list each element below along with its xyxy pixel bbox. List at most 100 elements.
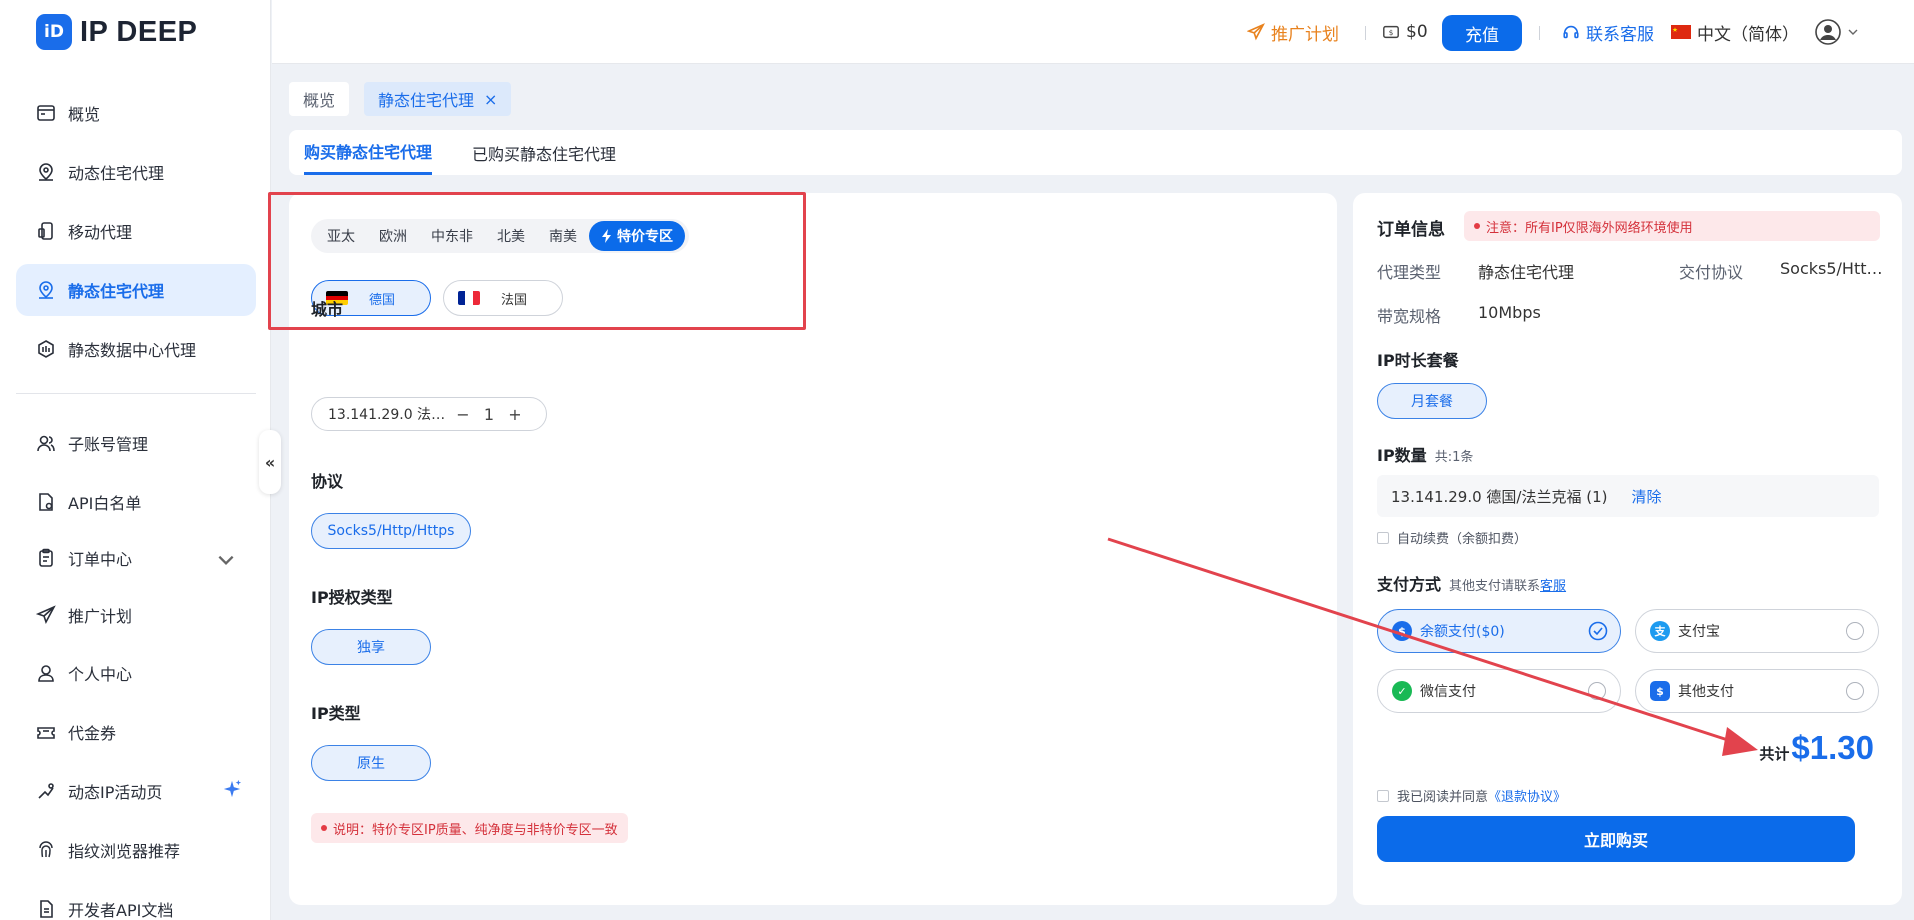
support-label: 联系客服 (1586, 24, 1654, 45)
ip-count-label: IP数量 (1377, 446, 1427, 465)
protocol-option[interactable]: Socks5/Http/Https (311, 513, 471, 549)
promo-label: 推广计划 (1271, 24, 1339, 45)
sidebar-collapse-button[interactable]: « (259, 430, 281, 494)
purchase-form-panel: 亚太 欧洲 中东非 北美 南美 特价专区 德国 法国 城市 13.141.29.… (289, 193, 1337, 905)
region-option-europe[interactable]: 欧洲 (367, 221, 419, 251)
topbar-divider (1539, 26, 1540, 40)
language-label: 中文（简体） (1697, 24, 1799, 45)
sidebar-item-profile[interactable]: 个人中心 (16, 647, 256, 699)
clear-link[interactable]: 清除 (1632, 486, 1662, 507)
pay-option-balance[interactable]: $ 余额支付($0) (1377, 609, 1621, 653)
pay-option-other[interactable]: $ 其他支付 (1635, 669, 1879, 713)
agree-terms-checkbox[interactable]: 我已阅读并同意《退款协议》 (1377, 786, 1566, 805)
sidebar-item-orders[interactable]: 订单中心 (16, 532, 256, 584)
radio-icon (1846, 682, 1864, 700)
sidebar-item-static-residential[interactable]: 静态住宅代理 (16, 264, 256, 316)
wechat-icon: ✓ (1392, 681, 1412, 701)
warning-text: 注意：所有IP仅限海外网络环境使用 (1486, 220, 1693, 236)
sidebar-item-mobile[interactable]: 移动代理 (16, 205, 256, 257)
sidebar-item-label: 子账号管理 (68, 435, 149, 454)
sidebar-item-label: 静态住宅代理 (68, 282, 165, 301)
headset-icon (1563, 25, 1579, 39)
package-option-monthly[interactable]: 月套餐 (1377, 383, 1487, 419)
chevron-down-icon (218, 555, 234, 565)
delivery-protocol-value: Socks5/Htt… (1780, 259, 1883, 278)
payment-note-text: 其他支付请联系 (1449, 579, 1541, 594)
order-warning: 注意：所有IP仅限海外网络环境使用 (1464, 211, 1880, 241)
region-option-special-offer[interactable]: 特价专区 (589, 221, 685, 251)
recharge-button[interactable]: 充值 (1442, 15, 1522, 51)
promo-link[interactable]: 推广计划 (1247, 0, 1339, 64)
agree-prefix: 我已阅读并同意 (1397, 790, 1489, 805)
check-circle-icon (1588, 621, 1608, 641)
quantity-value[interactable]: 1 (476, 405, 502, 424)
support-link[interactable]: 联系客服 (1562, 0, 1654, 64)
balance-icon: $ (1392, 621, 1412, 641)
total-value: $1.30 (1791, 729, 1874, 766)
payment-label: 支付方式 (1377, 575, 1442, 594)
sidebar-item-promotion[interactable]: 推广计划 (16, 589, 256, 641)
payment-note: 其他支付请联系客服 (1449, 575, 1566, 594)
account-menu[interactable] (1815, 0, 1859, 64)
customer-service-link[interactable]: 客服 (1540, 579, 1566, 594)
france-flag-icon (458, 291, 480, 305)
tab-overview[interactable]: 概览 (289, 82, 350, 116)
brand-logo[interactable]: iD IP DEEP (36, 14, 197, 50)
order-title: 订单信息 (1377, 220, 1445, 240)
region-option-mea[interactable]: 中东非 (419, 221, 485, 251)
sidebar-item-coupons[interactable]: 代金券 (16, 706, 256, 758)
sidebar-divider (16, 393, 256, 394)
order-icon (39, 548, 53, 567)
ip-type-option[interactable]: 原生 (311, 745, 431, 781)
close-icon[interactable]: × (484, 90, 497, 109)
refund-policy-link[interactable]: 《退款协议》 (1488, 790, 1566, 805)
pay-option-wechat[interactable]: ✓ 微信支付 (1377, 669, 1621, 713)
sidebar-item-label: 动态住宅代理 (68, 164, 165, 183)
country-label: 法国 (500, 292, 527, 308)
pay-option-label: 余额支付($0) (1420, 624, 1505, 640)
alipay-icon: 支 (1650, 621, 1670, 641)
language-selector[interactable]: 中文（简体） (1671, 0, 1799, 64)
sidebar-item-subaccounts[interactable]: 子账号管理 (16, 417, 256, 469)
sidebar-item-api-whitelist[interactable]: API白名单 (16, 476, 256, 528)
auth-type-option[interactable]: 独享 (311, 629, 431, 665)
region-option-apac[interactable]: 亚太 (315, 221, 367, 251)
pay-option-alipay[interactable]: 支 支付宝 (1635, 609, 1879, 653)
decrement-button[interactable]: − (450, 405, 476, 424)
svg-text:$: $ (1389, 28, 1394, 37)
tab-buy-static-residential[interactable]: 购买静态住宅代理 (304, 130, 433, 175)
tab-purchased-static-residential[interactable]: 已购买静态住宅代理 (472, 130, 616, 175)
increment-button[interactable]: + (502, 405, 528, 424)
sidebar-item-dynamic-residential[interactable]: 动态住宅代理 (16, 146, 256, 198)
balance-value: $0 (1406, 22, 1428, 42)
warning-dot-icon (1474, 223, 1480, 229)
sidebar-item-api-docs[interactable]: 开发者API文档 (16, 883, 256, 920)
tab-static-residential[interactable]: 静态住宅代理 × (364, 82, 512, 116)
total-price: 共计 $1.30 (1759, 729, 1874, 767)
sidebar: iD IP DEEP 概览 动态住宅代理 移动代理 静态住宅代理 静态数据中心代… (0, 0, 271, 920)
sidebar-item-static-datacenter[interactable]: 静态数据中心代理 (16, 323, 256, 375)
lightning-icon (602, 229, 611, 243)
pay-option-label: 其他支付 (1678, 684, 1734, 700)
users-icon (37, 435, 55, 452)
sidebar-item-dynamic-ip-activity[interactable]: 动态IP活动页 (16, 765, 256, 817)
sidebar-item-label: 开发者API文档 (68, 901, 174, 920)
payment-header: 支付方式 其他支付请联系客服 (1377, 571, 1566, 595)
country-france[interactable]: 法国 (443, 280, 563, 316)
top-bar: 推广计划 $ $0 充值 联系客服 中文（简体） (272, 0, 1914, 64)
city-value[interactable]: 13.141.29.0 法兰克福 (328, 404, 450, 424)
region-option-south-america[interactable]: 南美 (537, 221, 589, 251)
sidebar-item-fingerprint-browser[interactable]: 指纹浏览器推荐 (16, 824, 256, 876)
user-icon (38, 665, 54, 682)
send-icon (1247, 23, 1265, 41)
auto-renew-checkbox[interactable]: 自动续费（余额扣费） (1377, 528, 1527, 547)
buy-now-button[interactable]: 立即购买 (1377, 816, 1855, 862)
sidebar-item-label: API白名单 (68, 494, 142, 513)
city-quantity-selector: 13.141.29.0 法兰克福 − 1 + (311, 397, 547, 431)
sidebar-item-overview[interactable]: 概览 (16, 87, 256, 139)
region-option-north-america[interactable]: 北美 (485, 221, 537, 251)
chevron-down-icon (1848, 29, 1858, 35)
mobile-icon (38, 222, 53, 240)
send-icon (36, 605, 56, 625)
sidebar-item-label: 概览 (68, 105, 101, 124)
